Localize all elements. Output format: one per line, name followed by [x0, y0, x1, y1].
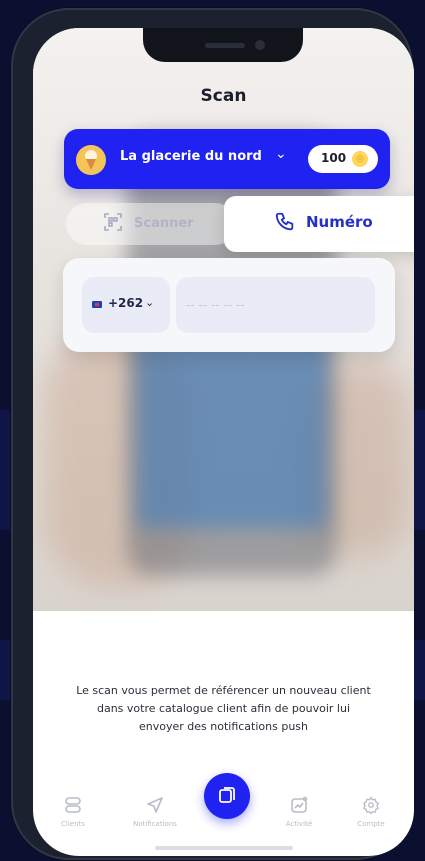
- front-camera: [255, 40, 265, 50]
- help-text: Le scan vous permet de référencer un nou…: [76, 684, 371, 733]
- scan-icon: [219, 787, 235, 803]
- app-screen: Scan La glacerie du nord ⌄ 100 ◎ Scanner…: [33, 28, 414, 856]
- speaker: [205, 43, 245, 48]
- tab-bar: Clients Notifications Activité Compte: [33, 768, 414, 856]
- tab-label: Compte: [357, 820, 385, 828]
- home-indicator: [155, 846, 293, 850]
- activity-chart-icon: [291, 796, 308, 813]
- scan-button[interactable]: [204, 773, 250, 819]
- tab-activity[interactable]: Activité: [264, 796, 334, 828]
- coin-icon: ◎: [352, 151, 368, 167]
- tab-label: Activité: [285, 820, 313, 828]
- tab-account[interactable]: Compte: [336, 796, 406, 828]
- clients-icon: [65, 797, 81, 813]
- flag-icon: [92, 301, 102, 308]
- tab-clients[interactable]: Clients: [38, 796, 108, 828]
- tab-label: Notifications: [133, 820, 177, 828]
- send-icon: [147, 797, 163, 813]
- page-title: Scan: [200, 86, 247, 106]
- phone-frame: Scan La glacerie du nord ⌄ 100 ◎ Scanner…: [11, 8, 414, 860]
- country-code: +262: [108, 296, 144, 310]
- chevron-down-icon: ⌄: [145, 296, 155, 309]
- gear-icon: [363, 796, 379, 814]
- scanner-tab[interactable]: Scanner: [66, 203, 236, 245]
- number-tab[interactable]: Numéro: [224, 196, 414, 252]
- scanner-label: Scanner: [134, 216, 194, 231]
- points-value: 100: [321, 151, 347, 165]
- tab-notifications[interactable]: Notifications: [120, 796, 190, 828]
- number-label: Numéro: [306, 213, 373, 231]
- phone-number-input[interactable]: [176, 277, 375, 333]
- phone-form: +262 ⌄: [63, 258, 395, 352]
- tab-label: Clients: [61, 820, 85, 828]
- points-badge[interactable]: 100 ◎: [308, 145, 378, 173]
- store-name: La glacerie du nord: [120, 149, 262, 164]
- country-code-select[interactable]: +262 ⌄: [82, 277, 170, 333]
- store-selector[interactable]: La glacerie du nord ⌄ 100 ◎: [64, 129, 390, 189]
- qr-scan-icon: [104, 213, 122, 236]
- notch: [143, 28, 303, 62]
- ice-cream-icon: [76, 145, 106, 175]
- phone-icon: [274, 211, 296, 233]
- chevron-down-icon: ⌄: [275, 146, 287, 162]
